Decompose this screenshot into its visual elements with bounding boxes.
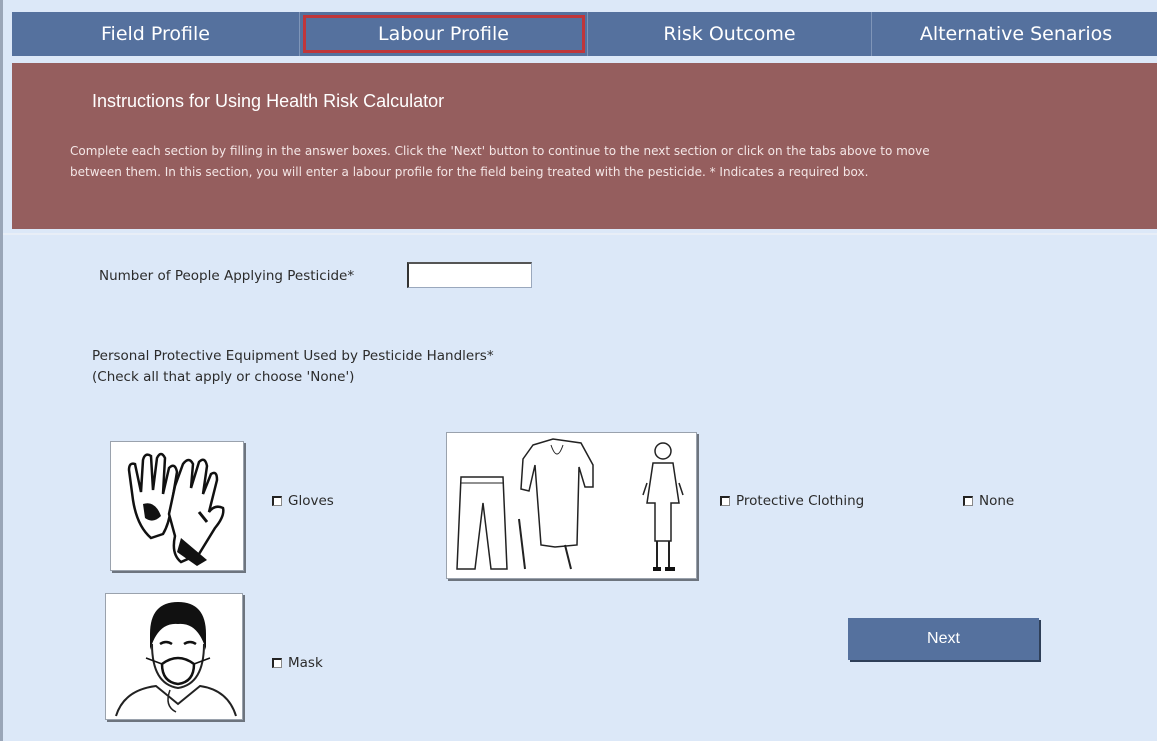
ppe-label: Personal Protective Equipment Used by Pe… <box>92 346 494 388</box>
tab-field-profile[interactable]: Field Profile <box>12 12 300 56</box>
mask-image <box>105 593 243 720</box>
instructions-title: Instructions for Using Health Risk Calcu… <box>92 91 445 111</box>
protective-clothing-image <box>446 432 697 579</box>
tab-labour-profile[interactable]: Labour Profile <box>300 12 588 56</box>
gloves-checkbox[interactable] <box>272 496 282 506</box>
instructions-text: Complete each section by filling in the … <box>70 141 1110 183</box>
people-count-label: Number of People Applying Pesticide* <box>99 268 355 284</box>
tab-alternative-scenarios[interactable]: Alternative Senarios <box>872 12 1157 56</box>
mask-label: Mask <box>288 655 323 671</box>
mask-icon <box>115 602 237 717</box>
gloves-label: Gloves <box>288 493 334 509</box>
protective-clothing-icon <box>456 438 684 571</box>
instructions-line-1: Complete each section by filling in the … <box>70 144 930 158</box>
people-count-input[interactable] <box>407 262 532 288</box>
gloves-option[interactable]: Gloves <box>272 493 334 509</box>
divider <box>3 233 1157 235</box>
tab-risk-outcome[interactable]: Risk Outcome <box>588 12 872 56</box>
protective-clothing-checkbox[interactable] <box>720 496 730 506</box>
ppe-label-line-2: (Check all that apply or choose 'None') <box>92 369 355 385</box>
none-label: None <box>979 493 1015 509</box>
mask-option[interactable]: Mask <box>272 655 323 671</box>
none-option[interactable]: None <box>963 493 1014 509</box>
ppe-label-line-1: Personal Protective Equipment Used by Pe… <box>92 348 494 364</box>
mask-checkbox[interactable] <box>272 658 282 668</box>
instructions-line-2: between them. In this section, you will … <box>70 165 869 179</box>
gloves-icon <box>127 452 225 566</box>
tab-bar: Field Profile Labour Profile Risk Outcom… <box>12 12 1157 56</box>
instructions-banner: Instructions for Using Health Risk Calcu… <box>12 63 1157 229</box>
none-checkbox[interactable] <box>963 496 973 506</box>
gloves-image <box>110 441 244 571</box>
protective-clothing-label: Protective Clothing <box>736 493 865 509</box>
protective-clothing-option[interactable]: Protective Clothing <box>720 493 864 509</box>
next-button[interactable]: Next <box>848 618 1039 660</box>
window-edge <box>0 0 3 741</box>
